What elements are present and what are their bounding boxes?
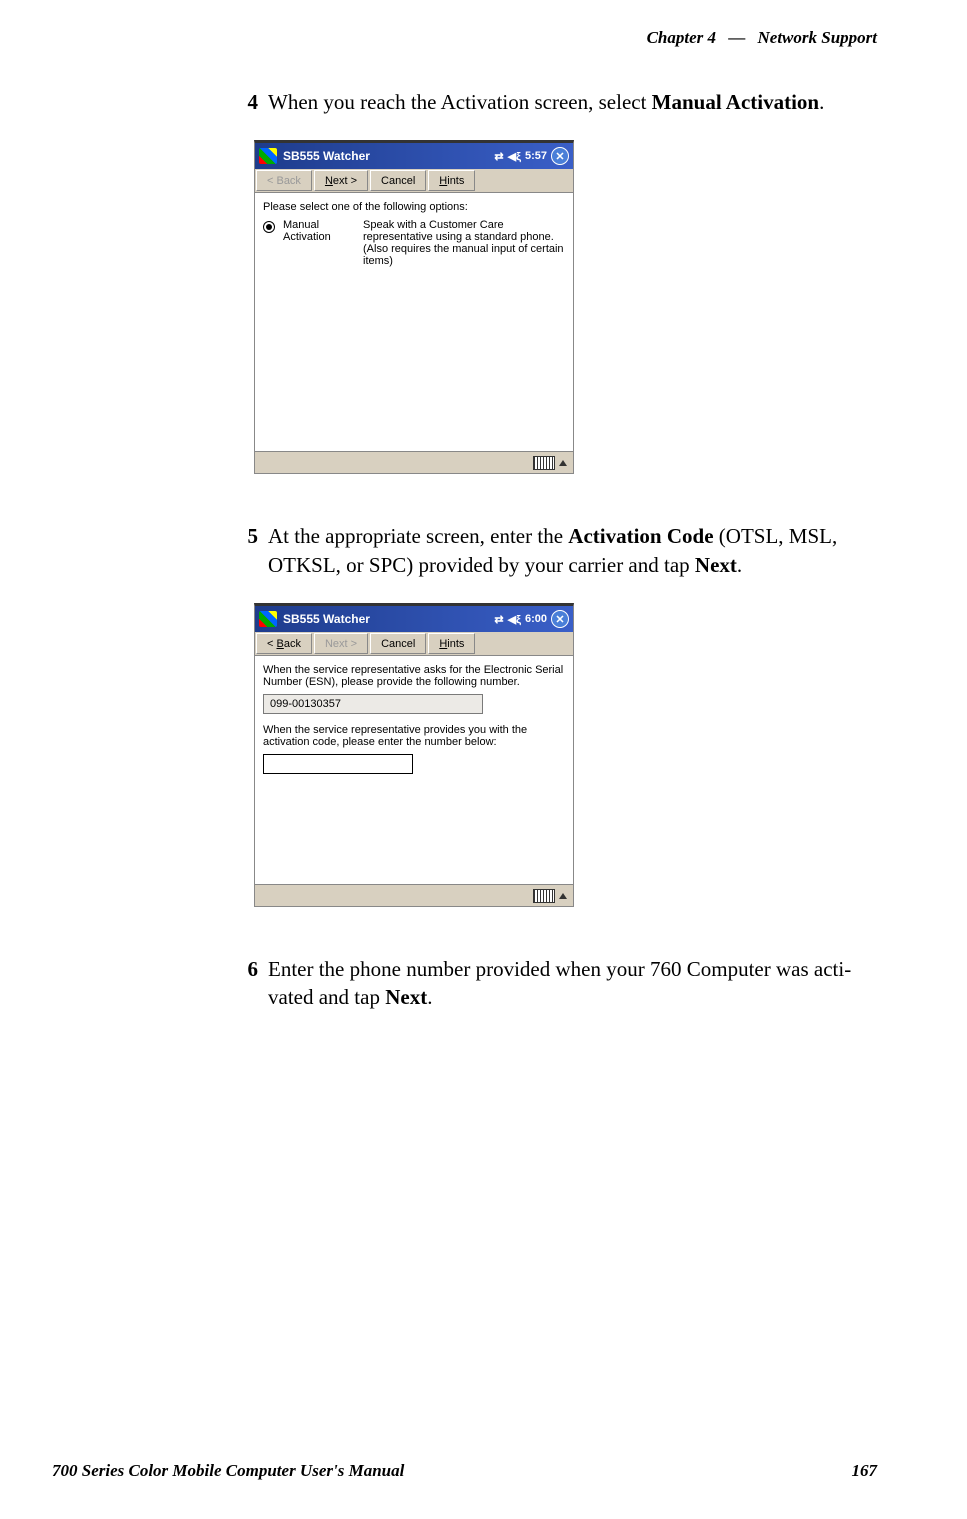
pda2-title: SB555 Watcher: [283, 612, 494, 626]
keyboard-icon[interactable]: [533, 889, 555, 903]
step-5-num: 5: [234, 522, 258, 579]
pda1-time: 5:57: [525, 150, 547, 162]
pda1-toolbar: < Back Next > Cancel Hints: [255, 169, 573, 193]
step-4-post: .: [819, 90, 824, 114]
esn-prompt: When the service representative asks for…: [263, 664, 565, 688]
step-4-text: When you reach the Activation screen, se…: [268, 88, 877, 116]
pda1-tray: ⇄ ◀ξ 5:57 ✕: [494, 147, 569, 165]
connectivity-icon[interactable]: ⇄: [494, 150, 503, 163]
step-4-bold: Manual Activation: [652, 90, 819, 114]
step-5-bold2: Next: [695, 553, 737, 577]
radio-selected-icon[interactable]: [263, 221, 275, 233]
hints-button[interactable]: Hints: [428, 633, 475, 654]
pda2-titlebar: SB555 Watcher ⇄ ◀ξ 6:00 ✕: [255, 606, 573, 632]
footer-manual-title: 700 Series Color Mobile Computer User's …: [52, 1461, 404, 1481]
page-header: Chapter 4 — Network Support: [0, 0, 967, 48]
pda1-prompt: Please select one of the following optio…: [263, 201, 565, 213]
header-chapter-num: 4: [708, 28, 717, 47]
connectivity-icon[interactable]: ⇄: [494, 613, 503, 626]
close-icon[interactable]: ✕: [551, 610, 569, 628]
cancel-button[interactable]: Cancel: [370, 170, 426, 191]
pda2-tray: ⇄ ◀ξ 6:00 ✕: [494, 610, 569, 628]
step-5-text: At the appropriate screen, enter the Act…: [268, 522, 877, 579]
page-footer: 700 Series Color Mobile Computer User's …: [0, 1461, 967, 1481]
back-button: < Back: [256, 170, 312, 191]
step-4-pre: When you reach the Activation screen, se…: [268, 90, 652, 114]
volume-icon[interactable]: ◀ξ: [508, 613, 521, 626]
back-button[interactable]: < Back: [256, 633, 312, 654]
start-flag-icon[interactable]: [259, 611, 277, 627]
pda2-toolbar: < Back Next > Cancel Hints: [255, 632, 573, 656]
next-button: Next >: [314, 633, 368, 654]
step-5-pre: At the appropriate screen, enter the: [268, 524, 568, 548]
step-6-post: .: [427, 985, 432, 1009]
pda-2: SB555 Watcher ⇄ ◀ξ 6:00 ✕ < Back Next > …: [254, 603, 574, 907]
esn-value: 099-00130357: [263, 694, 483, 714]
cancel-button[interactable]: Cancel: [370, 633, 426, 654]
step-5-bold1: Activation Code: [568, 524, 713, 548]
pda1-body: Please select one of the following optio…: [255, 193, 573, 451]
step-5-post: .: [737, 553, 742, 577]
pda2-body: When the service representative asks for…: [255, 656, 573, 884]
pda2-bottombar: [255, 884, 573, 906]
pda2-time: 6:00: [525, 613, 547, 625]
option-manual-activation[interactable]: Manual Activation Speak with a Customer …: [263, 219, 565, 267]
option-label: Manual Activation: [283, 219, 355, 267]
hints-button[interactable]: Hints: [428, 170, 475, 191]
activation-code-prompt: When the service representative provides…: [263, 724, 565, 748]
pda-1: SB555 Watcher ⇄ ◀ξ 5:57 ✕ < Back Next > …: [254, 140, 574, 474]
next-button[interactable]: Next >: [314, 170, 368, 191]
start-flag-icon[interactable]: [259, 148, 277, 164]
step-4: 4 When you reach the Activation screen, …: [234, 88, 877, 116]
option-desc: Speak with a Customer Care representativ…: [363, 219, 565, 267]
step-6-num: 6: [234, 955, 258, 1012]
header-sep: —: [728, 28, 745, 47]
pda1-bottombar: [255, 451, 573, 473]
screenshot-2: SB555 Watcher ⇄ ◀ξ 6:00 ✕ < Back Next > …: [254, 603, 877, 907]
pda1-title: SB555 Watcher: [283, 149, 494, 163]
step-4-num: 4: [234, 88, 258, 116]
keyboard-icon[interactable]: [533, 456, 555, 470]
header-title: Network Support: [758, 28, 878, 47]
step-5: 5 At the appropriate screen, enter the A…: [234, 522, 877, 579]
step-6: 6 Enter the phone number provided when y…: [234, 955, 877, 1012]
step-6-bold: Next: [385, 985, 427, 1009]
input-panel-arrow-icon[interactable]: [559, 460, 567, 466]
close-icon[interactable]: ✕: [551, 147, 569, 165]
footer-page-number: 167: [852, 1461, 878, 1481]
header-chapter: Chapter: [647, 28, 704, 47]
activation-code-input[interactable]: [263, 754, 413, 774]
step-6-text: Enter the phone number provided when you…: [268, 955, 877, 1012]
input-panel-arrow-icon[interactable]: [559, 893, 567, 899]
screenshot-1: SB555 Watcher ⇄ ◀ξ 5:57 ✕ < Back Next > …: [254, 140, 877, 474]
step-6-pre: Enter the phone number provided when you…: [268, 957, 851, 1009]
volume-icon[interactable]: ◀ξ: [508, 150, 521, 163]
pda1-titlebar: SB555 Watcher ⇄ ◀ξ 5:57 ✕: [255, 143, 573, 169]
